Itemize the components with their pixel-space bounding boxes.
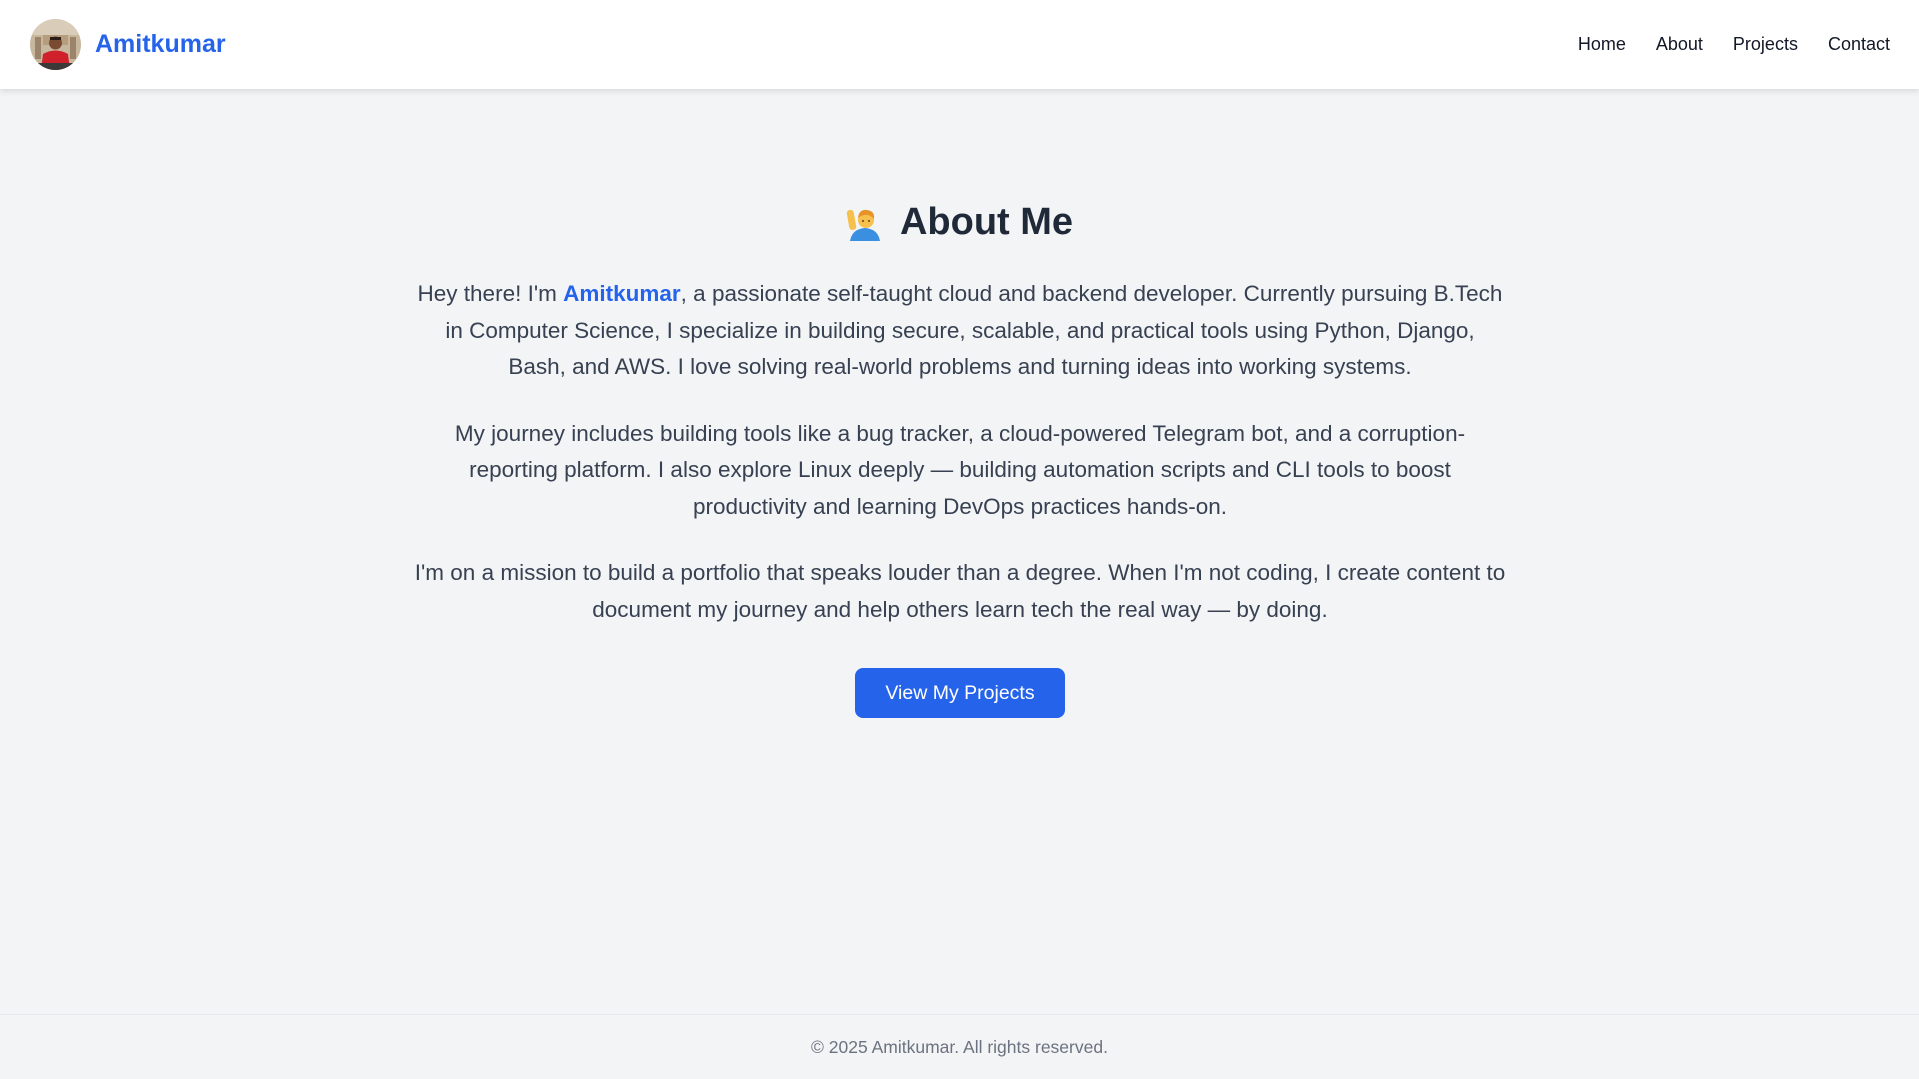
raising-hand-icon — [846, 204, 884, 242]
nav-link-contact[interactable]: Contact — [1828, 34, 1890, 55]
nav-link-home[interactable]: Home — [1578, 34, 1626, 55]
copyright-text: © 2025 Amitkumar. All rights reserved. — [811, 1036, 1108, 1057]
page-footer: © 2025 Amitkumar. All rights reserved. — [0, 1014, 1919, 1079]
about-section: About Me Hey there! I'm Amitkumar, a pas… — [0, 89, 1919, 1014]
about-paragraph-2: My journey includes building tools like … — [454, 420, 1466, 519]
name-highlight: Amitkumar — [563, 281, 681, 306]
view-projects-button[interactable]: View My Projects — [855, 668, 1065, 718]
nav-link-about[interactable]: About — [1656, 34, 1703, 55]
brand-link[interactable]: Amitkumar — [30, 19, 226, 70]
about-heading: About Me — [0, 201, 1919, 244]
about-content: Hey there! I'm Amitkumar, a passionate s… — [414, 276, 1506, 658]
profile-photo-icon — [30, 19, 81, 70]
nav-link-projects[interactable]: Projects — [1733, 34, 1798, 55]
about-paragraph-1: Hey there! I'm Amitkumar, a passionate s… — [414, 276, 1506, 386]
paragraph-1-intro: Hey there! I'm — [417, 281, 564, 306]
main-nav: Home About Projects Contact — [1548, 34, 1890, 55]
top-navbar: Amitkumar Home About Projects Contact — [0, 0, 1919, 89]
brand-name: Amitkumar — [95, 30, 226, 58]
about-title-text: About Me — [899, 201, 1074, 243]
about-paragraph-3: I'm on a mission to build a portfolio th… — [414, 560, 1506, 622]
